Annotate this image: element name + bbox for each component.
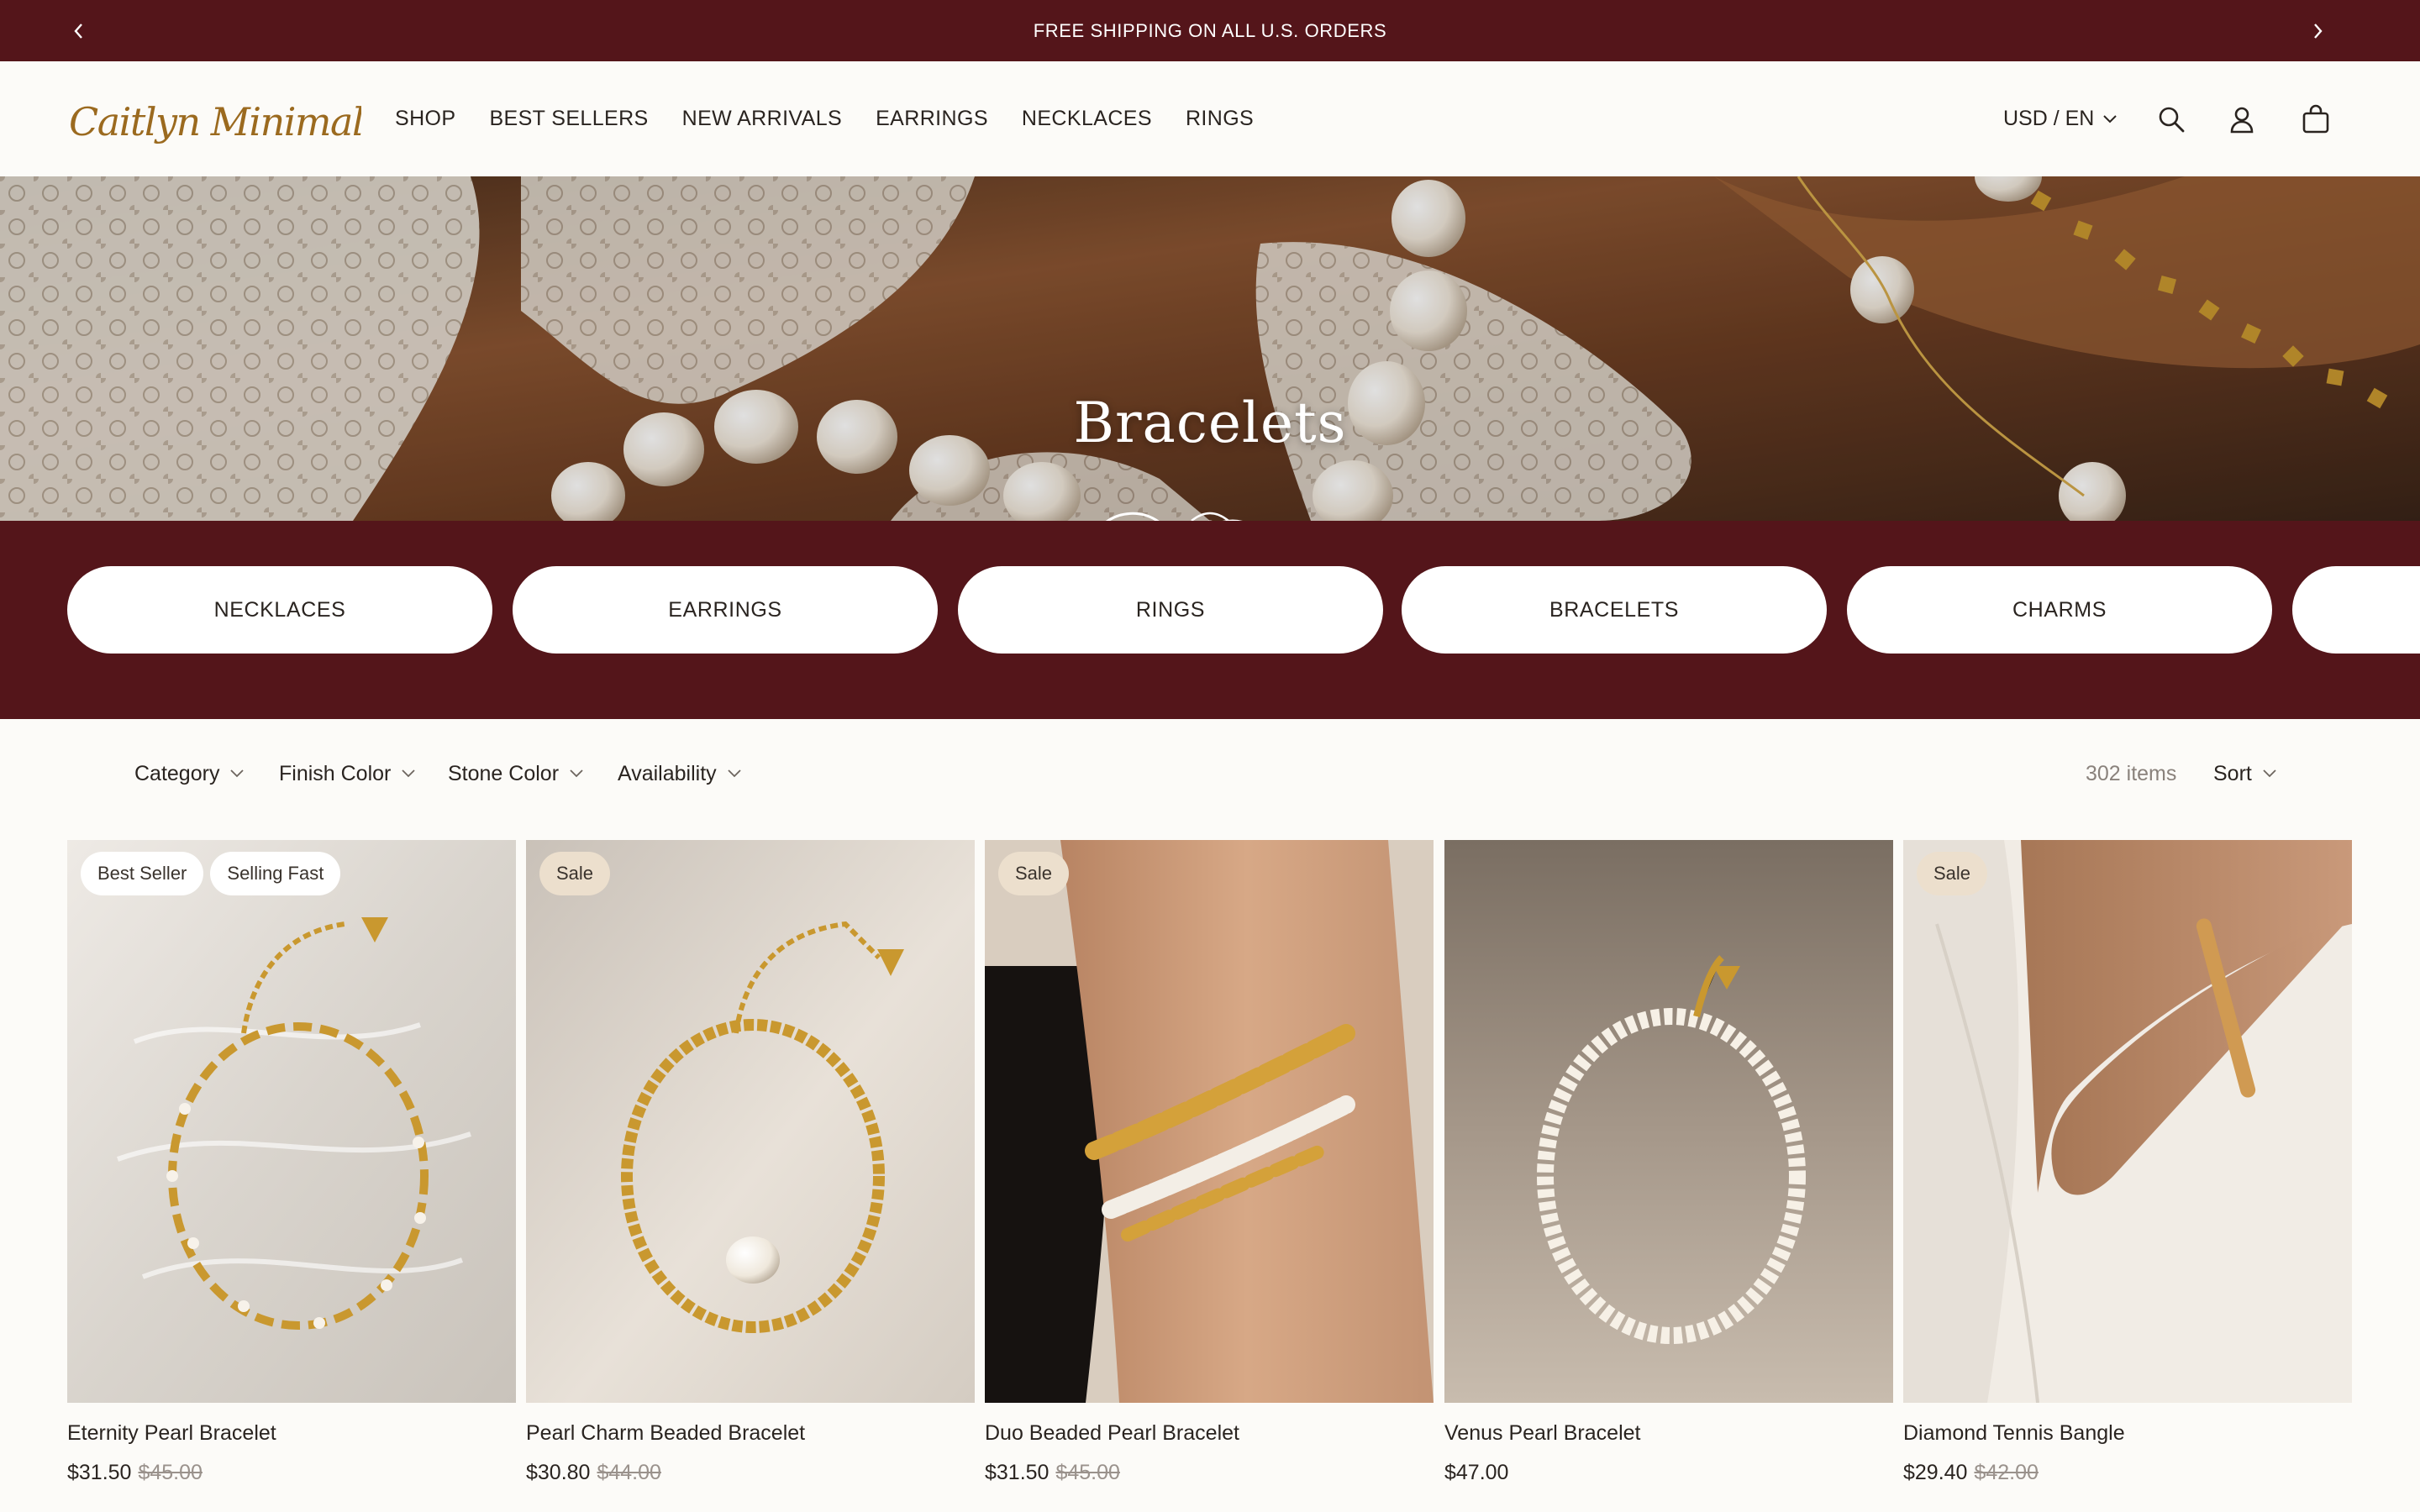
product-photo	[985, 840, 1434, 1403]
category-pill-charms[interactable]: CHARMS	[1847, 566, 2272, 654]
product-price: $30.80 $44.00	[526, 1461, 975, 1485]
product-image[interactable]: Sale	[985, 840, 1434, 1403]
product-name[interactable]: Eternity Pearl Bracelet	[67, 1421, 516, 1446]
chevron-down-icon	[728, 769, 741, 778]
price-original: $45.00	[138, 1461, 203, 1484]
filter-stone-color[interactable]: Stone Color	[448, 719, 584, 828]
badge-group: Sale	[998, 852, 1070, 895]
product-price: $47.00	[1444, 1461, 1893, 1485]
product-image[interactable]: Best Seller Selling Fast	[67, 840, 516, 1403]
price-current: $29.40	[1903, 1461, 1968, 1484]
product-name[interactable]: Diamond Tennis Bangle	[1903, 1421, 2352, 1446]
chevron-down-icon	[230, 769, 245, 778]
announcement-next-button[interactable]	[2292, 0, 2343, 61]
page-title: Bracelets	[1073, 391, 1347, 455]
price-current: $31.50	[67, 1461, 132, 1484]
product-photo	[1903, 840, 2352, 1403]
sort-label: Sort	[2213, 761, 2252, 785]
product-name[interactable]: Pearl Charm Beaded Bracelet	[526, 1421, 975, 1446]
nav-new-arrivals[interactable]: NEW ARRIVALS	[682, 107, 843, 131]
nav-necklaces[interactable]: NECKLACES	[1022, 107, 1152, 131]
price-original: $42.00	[1974, 1461, 2039, 1484]
product-photo	[526, 840, 975, 1403]
flourish-ornament	[1106, 512, 1243, 521]
filter-bar: Category Finish Color Stone Color Availa…	[0, 719, 2420, 828]
chevron-down-icon	[2103, 114, 2118, 123]
product-card[interactable]: Sale Duo Beaded Pearl Bracelet $31.50 $4…	[985, 840, 1434, 1485]
badge-sale: Sale	[998, 852, 1070, 895]
product-card[interactable]: Sale Pearl Charm Beaded Bracelet $30.80 …	[526, 840, 975, 1485]
badge-group: Sale	[539, 852, 611, 895]
sort-dropdown[interactable]: Sort	[2213, 719, 2277, 828]
main-nav: SHOP BEST SELLERS NEW ARRIVALS EARRINGS …	[395, 61, 1254, 176]
badge-sale: Sale	[1917, 852, 1988, 895]
product-image[interactable]: Sale	[526, 840, 975, 1403]
search-button[interactable]	[2151, 61, 2191, 176]
category-pill-rings[interactable]: RINGS	[958, 566, 1383, 654]
nav-shop[interactable]: SHOP	[395, 107, 455, 131]
price-current: $47.00	[1444, 1461, 1509, 1484]
category-pill-necklaces[interactable]: NECKLACES	[67, 566, 492, 654]
badge-selling-fast: Selling Fast	[210, 852, 341, 895]
filter-stone-color-label: Stone Color	[448, 761, 560, 785]
category-pill-earrings[interactable]: EARRINGS	[513, 566, 938, 654]
hero-image	[0, 176, 2420, 521]
filter-availability-label: Availability	[618, 761, 717, 785]
filter-availability[interactable]: Availability	[618, 719, 742, 828]
hero-banner	[0, 176, 2420, 521]
chevron-down-icon	[402, 769, 416, 778]
price-current: $30.80	[526, 1461, 591, 1484]
chevron-down-icon	[2263, 769, 2276, 778]
cart-button[interactable]	[2296, 61, 2336, 176]
product-name[interactable]: Duo Beaded Pearl Bracelet	[985, 1421, 1434, 1446]
filter-finish-color-label: Finish Color	[279, 761, 392, 785]
price-original: $44.00	[597, 1461, 661, 1484]
nav-best-sellers[interactable]: BEST SELLERS	[489, 107, 648, 131]
announcement-prev-button[interactable]	[54, 0, 104, 61]
account-icon	[2230, 107, 2254, 133]
product-price: $31.50 $45.00	[985, 1461, 1434, 1485]
product-photo	[1444, 840, 1893, 1403]
announcement-text: FREE SHIPPING ON ALL U.S. ORDERS	[1033, 19, 1387, 41]
product-image[interactable]: Sale	[1903, 840, 2352, 1403]
product-price: $31.50 $45.00	[67, 1461, 516, 1485]
product-card[interactable]: Best Seller Selling Fast Eternity Pearl …	[67, 840, 516, 1485]
site-header: Caitlyn Minimalist SHOP BEST SELLERS NEW…	[0, 61, 2420, 176]
product-photo	[67, 840, 516, 1403]
product-price: $29.40 $42.00	[1903, 1461, 2352, 1485]
chevron-down-icon	[570, 769, 583, 778]
filter-finish-color[interactable]: Finish Color	[279, 719, 416, 828]
announcement-bar: FREE SHIPPING ON ALL U.S. ORDERS	[0, 0, 2420, 61]
price-current: $31.50	[985, 1461, 1050, 1484]
product-card[interactable]: Venus Pearl Bracelet $47.00	[1444, 840, 1893, 1485]
badge-sale: Sale	[539, 852, 611, 895]
category-pill-next[interactable]	[2292, 566, 2420, 654]
category-carousel: NECKLACES EARRINGS RINGS BRACELETS CHARM…	[0, 521, 2420, 719]
svg-text:Caitlyn Minimalist: Caitlyn Minimalist	[69, 99, 361, 144]
item-count: 302 items	[2086, 761, 2177, 785]
product-image[interactable]	[1444, 840, 1893, 1403]
cart-icon	[2302, 104, 2329, 133]
price-original: $45.00	[1055, 1461, 1120, 1484]
currency-selector[interactable]: USD / EN	[2003, 61, 2118, 176]
badge-group: Best Seller Selling Fast	[81, 852, 341, 895]
product-card[interactable]: Sale Diamond Tennis Bangle $29.40 $42.00	[1903, 840, 2352, 1485]
nav-earrings[interactable]: EARRINGS	[876, 107, 988, 131]
badge-group: Sale	[1917, 852, 1988, 895]
badge-best-seller: Best Seller	[81, 852, 204, 895]
currency-label: USD / EN	[2003, 107, 2095, 130]
chevron-left-icon	[74, 23, 82, 39]
account-button[interactable]	[2222, 61, 2262, 176]
chevron-right-icon	[2314, 23, 2323, 39]
category-pill-bracelets[interactable]: BRACELETS	[1402, 566, 1827, 654]
nav-rings[interactable]: RINGS	[1186, 107, 1254, 131]
brand-logo[interactable]: Caitlyn Minimalist	[67, 85, 361, 152]
product-name[interactable]: Venus Pearl Bracelet	[1444, 1421, 1893, 1446]
search-icon	[2159, 107, 2185, 132]
filter-category[interactable]: Category	[134, 719, 245, 828]
filter-category-label: Category	[134, 761, 220, 785]
